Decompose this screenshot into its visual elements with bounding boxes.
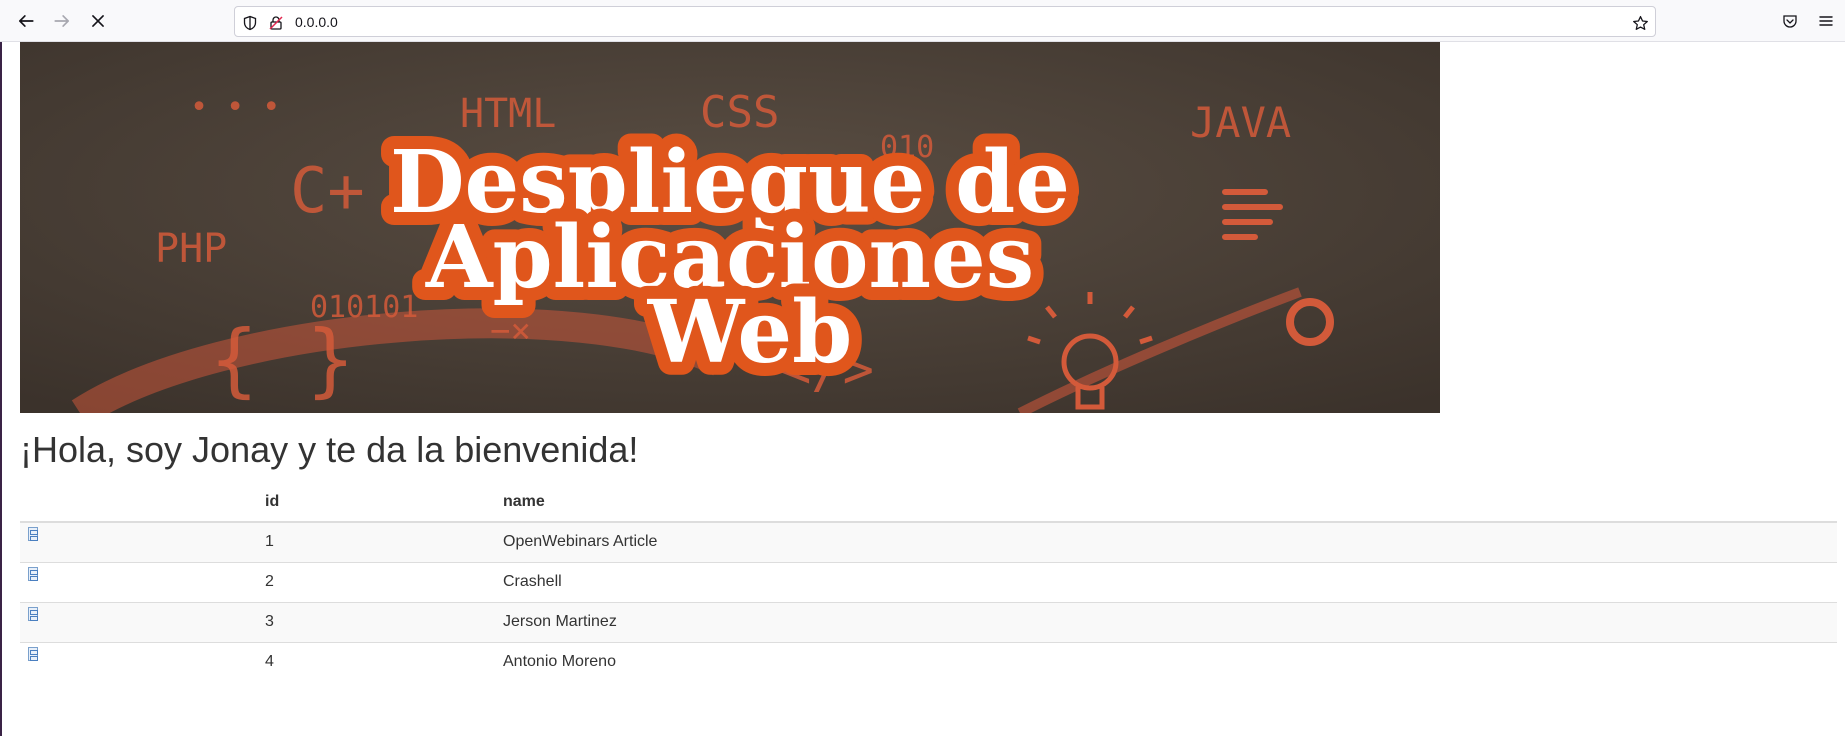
stop-button[interactable] xyxy=(82,5,114,37)
row-name: Antonio Moreno xyxy=(495,641,1837,682)
row-id: 3 xyxy=(257,601,495,642)
row-name: OpenWebinars Article xyxy=(495,521,1837,562)
welcome-heading: ¡Hola, soy Jonay y te da la bienvenida! xyxy=(20,429,639,470)
deco-cplus: C+ xyxy=(290,154,365,227)
hamburger-icon xyxy=(1819,16,1833,26)
broken-image-icon xyxy=(28,567,38,581)
broken-image-icon xyxy=(28,647,38,662)
row-image-cell xyxy=(20,601,257,642)
row-image-cell xyxy=(20,641,257,682)
shield-icon[interactable] xyxy=(241,14,259,32)
arrow-right-icon xyxy=(54,15,70,27)
back-button[interactable] xyxy=(10,5,42,37)
table-row: 4 Antonio Moreno xyxy=(20,641,1837,682)
table-row: 2 Crashell xyxy=(20,561,1837,602)
deco-java: JAVA xyxy=(1190,98,1291,147)
page-content: HTML CSS JAVA C+ PHP 010101 { } </> • • … xyxy=(0,42,1845,736)
pocket-icon xyxy=(1783,15,1797,28)
url-text[interactable]: 0.0.0.0 xyxy=(295,14,338,30)
users-table: id name 1 OpenWebinars Article 2 Crashel… xyxy=(20,482,1837,682)
header-id: id xyxy=(257,482,495,523)
close-icon xyxy=(92,15,104,27)
deco-css: CSS xyxy=(700,87,779,138)
row-id: 4 xyxy=(257,641,495,682)
header-name: name xyxy=(495,482,1837,523)
header-image xyxy=(20,482,257,523)
row-image-cell xyxy=(20,561,257,602)
row-image-cell xyxy=(20,521,257,562)
row-id: 1 xyxy=(257,521,495,562)
banner-image: HTML CSS JAVA C+ PHP 010101 { } </> • • … xyxy=(20,42,1440,413)
deco-php: PHP xyxy=(155,226,227,272)
table-row: 3 Jerson Martinez xyxy=(20,601,1837,642)
bookmark-star-icon[interactable] xyxy=(1631,14,1649,32)
row-id: 2 xyxy=(257,561,495,602)
broken-image-icon xyxy=(28,607,38,621)
row-name: Jerson Martinez xyxy=(495,601,1837,642)
insecure-lock-icon[interactable] xyxy=(267,14,285,32)
broken-image-icon xyxy=(28,527,38,542)
address-bar[interactable]: 0.0.0.0 xyxy=(234,6,1656,37)
deco-dots: • • • xyxy=(190,90,280,125)
forward-button[interactable] xyxy=(46,5,78,37)
deco-braces: { } xyxy=(210,313,355,406)
table-row: 1 OpenWebinars Article xyxy=(20,521,1837,562)
pocket-button[interactable] xyxy=(1776,7,1804,35)
table-header-row: id name xyxy=(20,482,1837,523)
row-name: Crashell xyxy=(495,561,1837,602)
banner-title-line3: Web xyxy=(647,282,852,383)
menu-button[interactable] xyxy=(1812,7,1840,35)
arrow-left-icon xyxy=(18,15,34,27)
deco-html: HTML xyxy=(460,91,556,137)
deco-minusx: −× xyxy=(490,311,531,351)
browser-toolbar: 0.0.0.0 xyxy=(0,0,1845,42)
